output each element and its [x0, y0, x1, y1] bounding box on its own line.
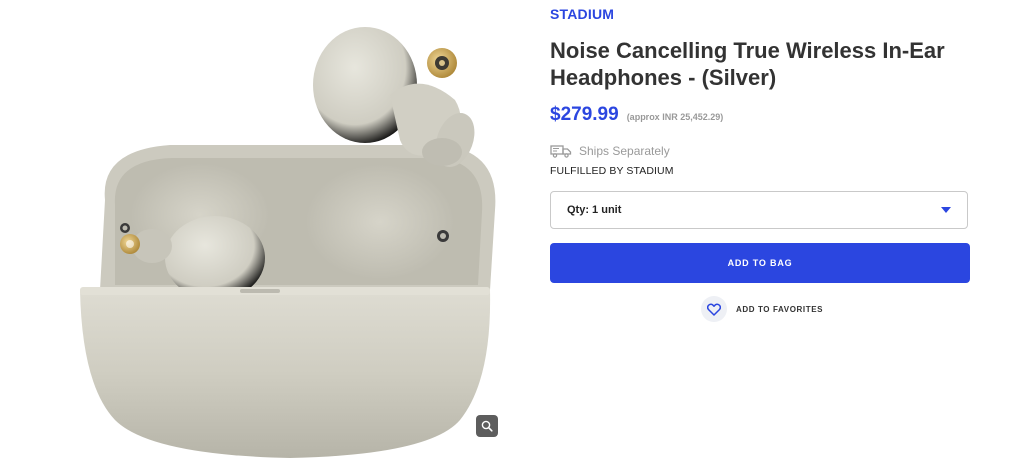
shipping-info: Ships Separately [550, 144, 670, 158]
quantity-value: Qty: 1 unit [567, 204, 622, 216]
product-image [80, 27, 496, 458]
shipping-label: Ships Separately [579, 144, 670, 158]
add-to-favorites-button[interactable]: ADD TO FAVORITES [701, 296, 823, 322]
brand-link[interactable]: STADIUM [550, 6, 614, 22]
caret-down-icon [941, 207, 951, 213]
truck-icon [550, 145, 572, 158]
product-price: $279.99 [550, 104, 619, 125]
quantity-select[interactable]: Qty: 1 unit [550, 191, 968, 229]
add-to-bag-button[interactable]: ADD TO BAG [550, 243, 970, 283]
product-gallery [60, 0, 510, 475]
magnifier-icon [481, 420, 493, 432]
zoom-button[interactable] [476, 415, 498, 437]
add-to-favorites-label: ADD TO FAVORITES [736, 304, 824, 314]
heart-icon [707, 302, 721, 316]
heart-icon-wrapper [701, 296, 727, 322]
product-title: Noise Cancelling True Wireless In-Ear He… [550, 38, 945, 90]
fulfilled-by-label: FULFILLED BY STADIUM [550, 165, 674, 177]
price-row: $279.99 (approx INR 25,452.29) [550, 104, 723, 126]
approx-price: (approx INR 25,452.29) [626, 112, 724, 122]
